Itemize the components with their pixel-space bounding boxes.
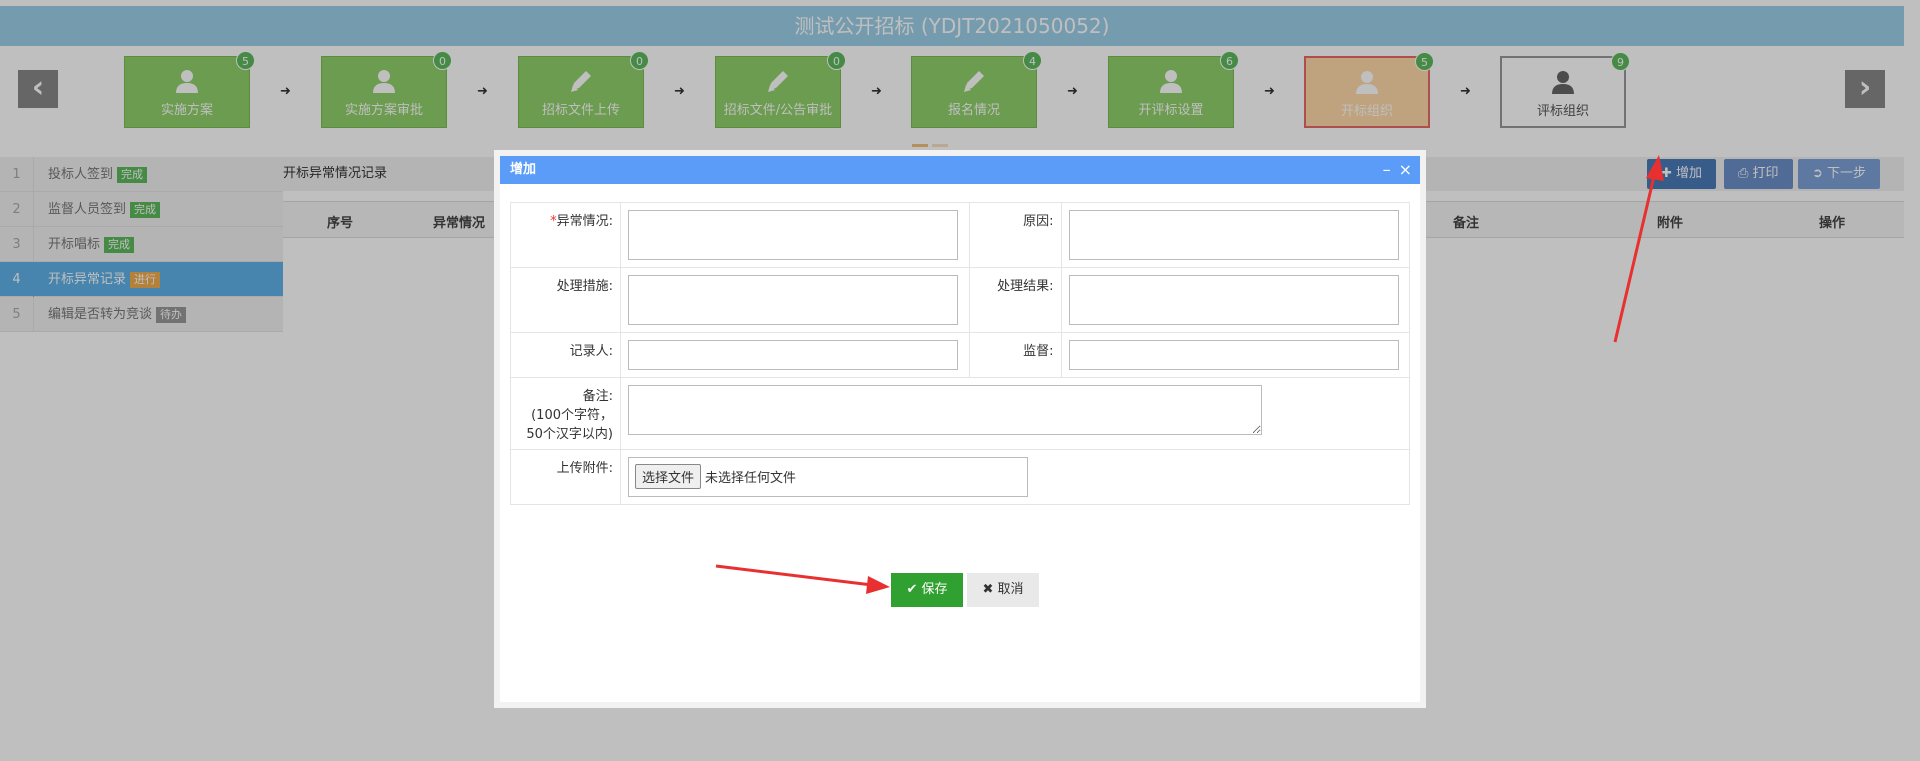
save-button-label: 保存 bbox=[921, 582, 948, 597]
recorder-field[interactable] bbox=[628, 340, 958, 370]
recorder-label: 记录人: bbox=[510, 332, 621, 378]
save-button[interactable]: ✔ 保存 bbox=[891, 573, 963, 607]
close-icon[interactable]: × bbox=[1399, 160, 1412, 179]
record-form: *异常情况: 原因: 处理措施: 处理结果: 记录人: 监督: 备注: (100个… bbox=[510, 202, 1410, 505]
abnormal-label: 异常情况: bbox=[556, 214, 613, 229]
choose-file-button[interactable]: 选择文件 bbox=[635, 464, 702, 489]
dialog-header: 增加 – × bbox=[500, 156, 1420, 184]
cancel-button[interactable]: ✖ 取消 bbox=[967, 573, 1039, 607]
cancel-button-label: 取消 bbox=[997, 582, 1024, 597]
reason-field[interactable] bbox=[1068, 210, 1399, 260]
abnormal-field[interactable] bbox=[628, 210, 958, 260]
minimize-icon[interactable]: – bbox=[1383, 160, 1391, 179]
supervisor-field[interactable] bbox=[1068, 340, 1399, 370]
no-file-text: 未选择任何文件 bbox=[705, 471, 797, 486]
result-field[interactable] bbox=[1068, 275, 1399, 325]
reason-label: 原因: bbox=[968, 202, 1062, 268]
dialog-controls: – × bbox=[1375, 156, 1412, 184]
remark-hint: (100个字符，50个汉字以内) bbox=[526, 408, 613, 442]
dialog-title: 增加 bbox=[510, 162, 537, 177]
remark-field[interactable] bbox=[628, 385, 1262, 435]
supervisor-label: 监督: bbox=[968, 332, 1062, 378]
file-upload: 选择文件 未选择任何文件 bbox=[628, 457, 1028, 497]
upload-label: 上传附件: bbox=[510, 449, 621, 505]
measure-field[interactable] bbox=[628, 275, 958, 325]
dialog-body: *异常情况: 原因: 处理措施: 处理结果: 记录人: 监督: 备注: (100个… bbox=[500, 184, 1420, 505]
remark-label-cell: 备注: (100个字符，50个汉字以内) bbox=[510, 377, 621, 450]
add-record-dialog: 增加 – × *异常情况: 原因: 处理措施: 处理结果: 记录人: 监督: 备… bbox=[494, 150, 1426, 708]
remark-label: 备注: bbox=[582, 389, 613, 404]
abnormal-label-cell: *异常情况: bbox=[510, 202, 621, 268]
measure-label: 处理措施: bbox=[510, 267, 621, 333]
result-label: 处理结果: bbox=[968, 267, 1062, 333]
